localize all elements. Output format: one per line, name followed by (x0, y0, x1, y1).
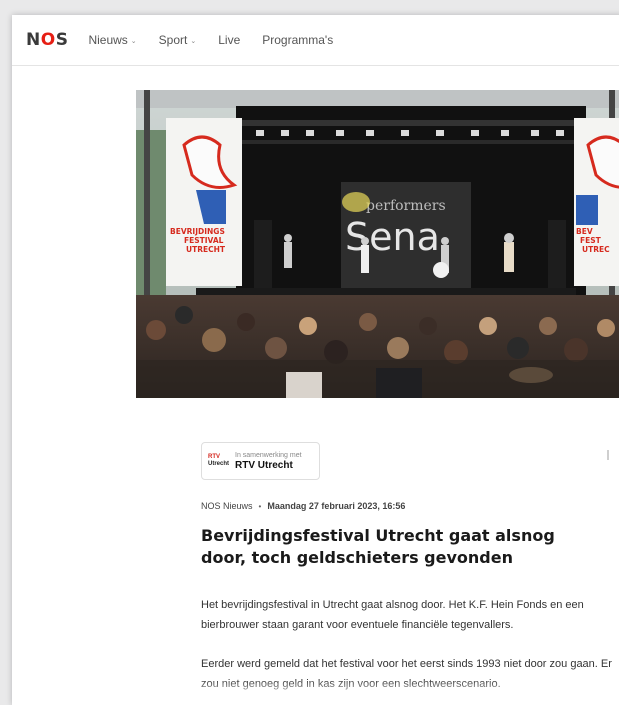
svg-text:FEST: FEST (580, 236, 602, 245)
chevron-down-icon: ⌄ (130, 38, 137, 45)
partner-name: RTV Utrecht (235, 459, 293, 471)
hero-image[interactable]: performers Sena BEVRIJDINGS FESTIVAL UTR… (136, 90, 619, 398)
partner-text: In samenwerking met RTV Utrecht (235, 452, 302, 471)
page: NOS Nieuws ⌄ Sport ⌄ Live Programma's pe… (12, 15, 619, 705)
top-navigation: NOS Nieuws ⌄ Sport ⌄ Live Programma's (12, 15, 619, 66)
article-paragraph-1: Het bevrijdingsfestival in Utrecht gaat … (201, 599, 584, 631)
article-date: Maandag 27 februari 2023, 16:56 (267, 501, 406, 511)
nos-logo[interactable]: NOS (26, 30, 68, 50)
festival-banner-right: BEV FEST UTREC (574, 118, 619, 286)
article-title: Bevrijdingsfestival Utrecht gaat alsnog … (201, 526, 555, 567)
svg-text:FESTIVAL: FESTIVAL (184, 236, 224, 245)
svg-text:BEVRIJDINGS: BEVRIJDINGS (170, 227, 225, 236)
menu-item-nieuws[interactable]: Nieuws ⌄ (88, 33, 136, 47)
menu-item-label: Programma's (262, 33, 334, 47)
share-icon[interactable] (607, 450, 609, 460)
article-meta: NOS Nieuws • Maandag 27 februari 2023, 1… (201, 501, 405, 511)
svg-text:BEV: BEV (576, 227, 593, 236)
screen-text-top: performers (366, 198, 446, 214)
menu-item-label: Sport (158, 33, 188, 47)
chevron-down-icon: ⌄ (190, 38, 197, 45)
festival-banner-left: BEVRIJDINGS FESTIVAL UTRECHT (166, 118, 242, 286)
meta-separator: • (258, 501, 262, 511)
svg-text:UTREC: UTREC (582, 245, 610, 254)
menu-item-live[interactable]: Live (218, 33, 240, 47)
screen-text-main: Sena (345, 215, 440, 259)
menu-item-label: Nieuws (88, 33, 128, 47)
partner-intro: In samenwerking met (235, 451, 302, 459)
menu-item-sport[interactable]: Sport ⌄ (159, 33, 197, 47)
svg-text:UTRECHT: UTRECHT (186, 245, 226, 254)
partner-badge[interactable]: RTV Utrecht In samenwerking met RTV Utre… (201, 442, 320, 480)
menu-item-programmas[interactable]: Programma's (262, 33, 333, 47)
article-source: NOS Nieuws (201, 501, 253, 511)
menu-item-label: Live (218, 33, 241, 47)
rtv-utrecht-logo: RTV Utrecht (208, 454, 230, 467)
main-menu: Nieuws ⌄ Sport ⌄ Live Programma's (88, 33, 333, 47)
content-fade (12, 679, 619, 705)
